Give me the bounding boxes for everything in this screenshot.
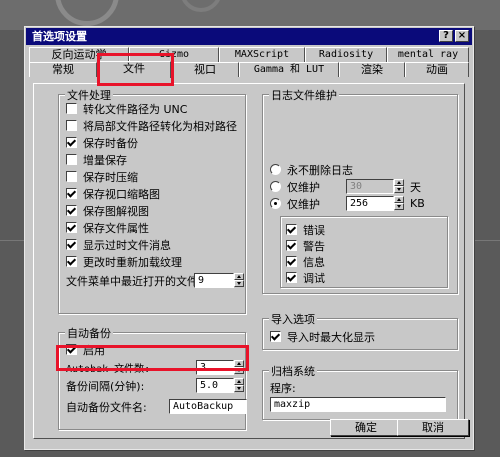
recent-files-input[interactable]: 9 xyxy=(194,273,234,288)
backup-filename-input[interactable]: AutoBackup xyxy=(169,399,247,414)
spinner-down-icon[interactable] xyxy=(234,367,244,374)
log-days-spinner[interactable]: 30 xyxy=(346,179,404,194)
help-button[interactable]: ? xyxy=(439,30,453,42)
tab-gamma-lut[interactable]: Gamma 和 LUT xyxy=(239,62,339,77)
log-level-info[interactable]: 信息 xyxy=(286,254,325,269)
import-maximize[interactable]: 导入时最大化显示 xyxy=(270,329,375,344)
recent-files-spinner[interactable]: 9 xyxy=(194,273,244,288)
archive-system-title: 归档系统 xyxy=(269,363,317,379)
background-grid-line xyxy=(474,240,500,241)
spinner-up-icon[interactable] xyxy=(234,273,244,280)
checkbox[interactable] xyxy=(66,256,77,267)
dialog-titlebar[interactable]: 首选项设置 ? × xyxy=(26,28,472,45)
checkbox[interactable] xyxy=(66,103,77,114)
checkbox[interactable] xyxy=(286,240,297,251)
checkbox[interactable] xyxy=(66,344,77,355)
option-increment-save[interactable]: 增量保存 xyxy=(66,152,127,167)
log-kb-unit: KB xyxy=(410,197,425,210)
log-kb-input[interactable]: 256 xyxy=(346,196,394,211)
checkbox[interactable] xyxy=(286,272,297,283)
tab-radiosity[interactable]: Radiosity xyxy=(305,47,387,62)
checkbox[interactable] xyxy=(286,256,297,267)
log-level-debug[interactable]: 调试 xyxy=(286,270,325,285)
spinner-up-icon[interactable] xyxy=(234,360,244,367)
log-level-error[interactable]: 错误 xyxy=(286,222,325,237)
spinner-down-icon[interactable] xyxy=(234,385,244,392)
archive-program-input[interactable]: maxzip xyxy=(270,397,446,412)
checkbox[interactable] xyxy=(66,205,77,216)
option-viewport-thumbnail[interactable]: 保存视口缩略图 xyxy=(66,186,160,201)
checkbox[interactable] xyxy=(66,154,77,165)
option-file-properties[interactable]: 保存文件属性 xyxy=(66,220,149,235)
auto-backup-enable[interactable]: 启用 xyxy=(66,342,105,357)
log-keep-days[interactable]: 仅维护 xyxy=(270,179,320,194)
checkbox[interactable] xyxy=(66,120,77,131)
backup-interval-input[interactable]: 5.0 xyxy=(196,378,234,393)
tab-ik[interactable]: 反向运动学 xyxy=(29,47,129,62)
spinner-up-icon[interactable] xyxy=(394,196,404,203)
log-days-input[interactable]: 30 xyxy=(346,179,394,194)
checkbox[interactable] xyxy=(66,137,77,148)
checkbox[interactable] xyxy=(286,224,297,235)
auto-backup-title: 自动备份 xyxy=(65,325,113,341)
checkbox[interactable] xyxy=(66,222,77,233)
tab-files[interactable]: 文件 xyxy=(97,61,171,78)
spinner-down-icon[interactable] xyxy=(234,280,244,287)
background-grid-line xyxy=(0,240,24,241)
cancel-button[interactable]: 取消 xyxy=(397,419,469,436)
tab-mental-ray[interactable]: mental ray xyxy=(387,47,469,62)
import-options-title: 导入选项 xyxy=(269,311,317,327)
spinner-up-icon[interactable] xyxy=(234,378,244,385)
backup-interval-spinner[interactable]: 5.0 xyxy=(196,378,244,393)
archive-program-label: 程序: xyxy=(270,381,296,395)
log-never-delete[interactable]: 永不删除日志 xyxy=(270,162,353,177)
backup-interval-label: 备份间隔(分钟): xyxy=(66,379,145,393)
ok-button[interactable]: 确定 xyxy=(330,419,402,436)
option-backup-on-save[interactable]: 保存时备份 xyxy=(66,135,138,150)
tab-general[interactable]: 常规 xyxy=(29,62,97,77)
tab-row-front: 常规 文件 视口 Gamma 和 LUT 渲染 动画 xyxy=(29,61,469,78)
backup-filename-label: 自动备份文件名: xyxy=(66,400,147,414)
close-button[interactable]: × xyxy=(455,30,469,42)
checkbox[interactable] xyxy=(66,188,77,199)
dialog-title: 首选项设置 xyxy=(32,30,87,43)
option-obsolete-message[interactable]: 显示过时文件消息 xyxy=(66,237,171,252)
radio[interactable] xyxy=(270,181,281,192)
log-level-warning[interactable]: 警告 xyxy=(286,238,325,253)
checkbox[interactable] xyxy=(66,239,77,250)
log-kb-spinner[interactable]: 256 xyxy=(346,196,404,211)
radio[interactable] xyxy=(270,164,281,175)
option-reload-textures[interactable]: 更改时重新加载纹理 xyxy=(66,254,182,269)
log-keep-kb[interactable]: 仅维护 xyxy=(270,196,320,211)
radio[interactable] xyxy=(270,198,281,209)
checkbox[interactable] xyxy=(66,171,77,182)
preferences-dialog: 首选项设置 ? × 反向运动学 Gizmo MAXScript Radiosit… xyxy=(24,26,474,450)
option-compress-save[interactable]: 保存时压缩 xyxy=(66,169,138,184)
recent-files-label: 文件菜单中最近打开的文件: xyxy=(66,274,202,288)
autobak-count-label: Autobak 文件数: xyxy=(66,364,151,375)
option-unc[interactable]: 转化文件路径为 UNC xyxy=(66,101,187,116)
option-relative-path[interactable]: 将局部文件路径转化为相对路径 xyxy=(66,118,237,133)
autobak-count-input[interactable]: 3 xyxy=(196,360,234,375)
log-maintenance-title: 日志文件维护 xyxy=(269,87,339,103)
spinner-up-icon[interactable] xyxy=(394,179,404,186)
spinner-down-icon[interactable] xyxy=(394,186,404,193)
tab-rendering[interactable]: 渲染 xyxy=(339,62,405,77)
tab-maxscript[interactable]: MAXScript xyxy=(219,47,305,62)
tab-animation[interactable]: 动画 xyxy=(405,62,469,77)
log-days-unit: 天 xyxy=(410,180,421,194)
tab-viewports[interactable]: 视口 xyxy=(171,62,239,77)
tab-gizmo[interactable]: Gizmo xyxy=(129,47,219,62)
spinner-down-icon[interactable] xyxy=(394,203,404,210)
option-schematic-view[interactable]: 保存图解视图 xyxy=(66,203,149,218)
autobak-count-spinner[interactable]: 3 xyxy=(196,360,244,375)
files-tab-panel: 文件处理 转化文件路径为 UNC 将局部文件路径转化为相对路径 保存时备份 增量… xyxy=(33,83,465,439)
tab-row-back: 反向运动学 Gizmo MAXScript Radiosity mental r… xyxy=(29,47,469,62)
checkbox[interactable] xyxy=(270,331,281,342)
